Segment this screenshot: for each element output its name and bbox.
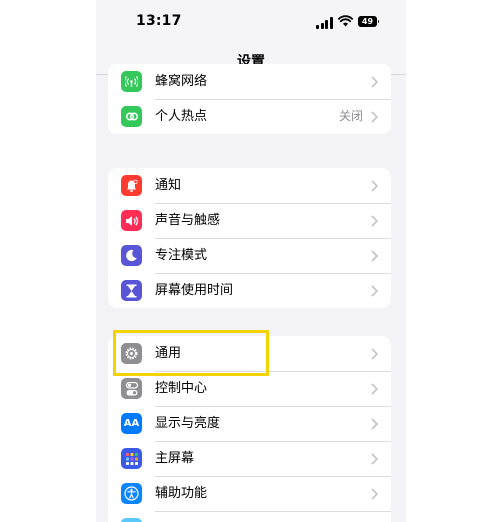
chevron-right-icon [371, 76, 378, 88]
toggles-icon [121, 378, 142, 399]
text-size-icon: AA [121, 413, 142, 434]
chevron-right-icon [371, 348, 378, 360]
settings-row-notifications[interactable]: 通知 [108, 168, 391, 203]
chevron-right-icon [371, 215, 378, 227]
text-size-icon-glyph: AA [123, 418, 140, 429]
row-label: 控制中心 [155, 381, 208, 396]
chevron-right-icon [371, 180, 378, 192]
row-value: 关闭 [338, 109, 363, 123]
row-label: 屏幕使用时间 [155, 283, 234, 298]
chevron-right-icon [371, 285, 378, 297]
moon-icon [121, 245, 142, 266]
row-label: 通用 [155, 346, 182, 361]
accessibility-icon [121, 483, 142, 504]
row-label: 专注模式 [155, 248, 208, 263]
settings-row-display[interactable]: AA 显示与亮度 [108, 406, 391, 441]
row-label: 通知 [155, 178, 182, 193]
status-time: 13:17 [136, 13, 182, 29]
row-label: 显示与亮度 [155, 416, 221, 431]
hourglass-icon [121, 280, 142, 301]
settings-group-notifications: 通知 声音与触感 专注模式 屏幕使用时间 [108, 168, 391, 308]
settings-row-home-screen[interactable]: 主屏幕 [108, 441, 391, 476]
notification-bell-icon [121, 175, 142, 196]
hotspot-icon [121, 106, 142, 127]
row-label: 辅助功能 [155, 486, 208, 501]
gear-icon [121, 343, 142, 364]
settings-row-hotspot[interactable]: 个人热点 关闭 [108, 99, 391, 134]
cellular-icon [121, 71, 142, 92]
settings-row-next-partial[interactable] [108, 511, 391, 522]
chevron-right-icon [371, 383, 378, 395]
status-bar: 13:17 49 [96, 0, 406, 44]
settings-row-screen-time[interactable]: 屏幕使用时间 [108, 273, 391, 308]
wifi-icon [338, 15, 353, 27]
chevron-right-icon [371, 453, 378, 465]
settings-row-control-center[interactable]: 控制中心 [108, 371, 391, 406]
wallpaper-icon [121, 518, 142, 522]
row-label: 声音与触感 [155, 213, 221, 228]
settings-row-accessibility[interactable]: 辅助功能 [108, 476, 391, 511]
settings-group-general: 通用 控制中心 AA 显示与亮度 主屏幕 辅助功能 [108, 336, 391, 522]
speaker-icon [121, 210, 142, 231]
settings-screen: 13:17 49 设置 蜂窝网络 个人热点 关闭 通知 声音与触感 专注模式 屏… [96, 0, 406, 522]
settings-group-network: 蜂窝网络 个人热点 关闭 [108, 64, 391, 134]
chevron-right-icon [371, 250, 378, 262]
settings-row-focus[interactable]: 专注模式 [108, 238, 391, 273]
settings-row-cellular[interactable]: 蜂窝网络 [108, 64, 391, 99]
chevron-right-icon [371, 488, 378, 500]
settings-row-general[interactable]: 通用 [108, 336, 391, 371]
cellular-signal-icon [316, 17, 333, 29]
battery-icon: 49 [358, 16, 379, 27]
home-screen-grid-icon [121, 448, 142, 469]
row-label: 个人热点 [155, 109, 208, 124]
row-label: 蜂窝网络 [155, 74, 208, 89]
row-label: 主屏幕 [155, 451, 195, 466]
chevron-right-icon [371, 418, 378, 430]
chevron-right-icon [371, 111, 378, 123]
settings-row-sounds[interactable]: 声音与触感 [108, 203, 391, 238]
battery-level: 49 [361, 17, 374, 26]
